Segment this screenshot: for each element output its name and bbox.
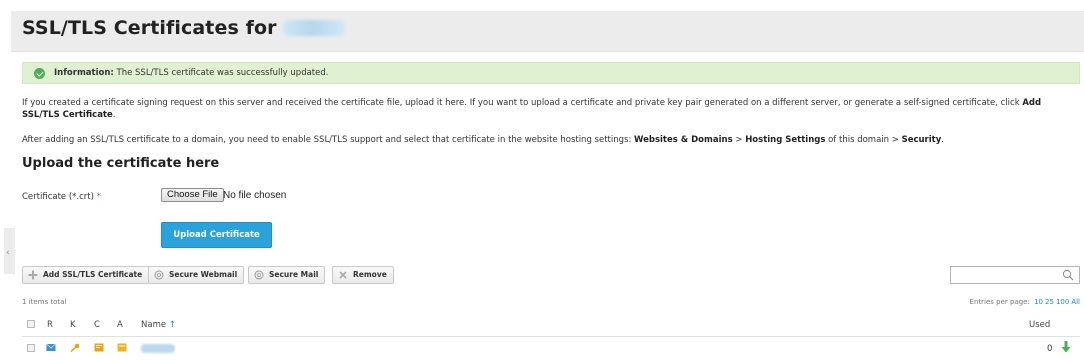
remove-button[interactable]: Remove [332,266,394,284]
page-header: SSL/TLS Certificates for [11,11,1084,52]
ca-certificate-icon [117,343,127,352]
domain-name-redacted [282,20,345,36]
request-envelope-icon [46,343,56,352]
help-text-2: After adding an SSL/TLS certificate to a… [22,135,632,145]
column-name-label: Name [141,320,167,330]
entries-per-page: Entries per page: 10 25 100 All [970,298,1080,306]
used-count: 0 [1047,344,1053,354]
info-text: Information: The SSL/TLS certificate was… [54,68,328,78]
column-c: C [94,320,100,330]
certificate-icon [94,343,104,352]
certificate-name-redacted[interactable] [141,344,175,353]
secure-mail-label: Secure Mail [269,270,319,279]
sort-asc-icon: ↑ [168,320,176,330]
path-hosting-settings: Hosting Settings [745,135,826,145]
file-status-text: No file chosen [223,190,287,201]
help-text-1-end: . [112,110,116,120]
page-size-25[interactable]: 25 [1045,298,1054,306]
plus-icon [28,270,38,280]
path-websites-domains: Websites & Domains [634,135,733,145]
path-end: . [941,135,944,145]
required-mark: * [96,192,101,202]
path-sep: > [732,135,746,145]
remove-label: Remove [353,270,387,279]
certificate-field-label: Certificate (*.crt) * [22,192,101,202]
info-label: Information: [54,68,114,78]
column-name[interactable]: Name ↑ [141,320,176,330]
page-title-text: SSL/TLS Certificates for [22,17,277,39]
secure-webmail-button[interactable]: Secure Webmail [148,266,245,284]
select-all-checkbox[interactable] [27,320,35,328]
column-a: A [117,320,123,330]
upload-heading: Upload the certificate here [22,156,220,171]
success-check-icon [34,68,45,79]
info-message: Information: The SSL/TLS certificate was… [22,62,1080,84]
column-r: R [47,320,53,330]
sidebar-collapse-handle[interactable]: ‹ [4,228,15,274]
search-icon [1062,269,1074,281]
chevron-left-icon: ‹ [6,248,10,258]
page-size-all[interactable]: All [1071,298,1080,306]
add-certificate-button[interactable]: Add SSL/TLS Certificate [22,266,150,284]
path-mid: of this domain > [825,135,902,145]
page-size-10[interactable]: 10 [1034,298,1043,306]
entries-per-page-label: Entries per page: [969,298,1030,306]
choose-file-button[interactable]: Choose File [161,188,224,202]
column-used: Used [1029,320,1051,330]
secure-mail-button[interactable]: Secure Mail [248,266,326,284]
upload-certificate-button[interactable]: Upload Certificate [161,222,272,248]
key-icon [70,343,80,353]
column-k: K [70,320,76,330]
help-paragraph-1: If you created a certificate signing req… [22,97,1062,121]
items-total: 1 items total [22,298,67,306]
shield-icon [154,270,164,280]
download-arrow-icon[interactable] [1061,341,1071,355]
shield-icon [254,270,264,280]
info-message-text: The SSL/TLS certificate was successfully… [116,68,329,78]
help-paragraph-2: After adding an SSL/TLS certificate to a… [22,134,944,146]
secure-webmail-label: Secure Webmail [169,270,238,279]
page-size-100[interactable]: 100 [1056,298,1069,306]
search-input[interactable] [950,266,1080,284]
remove-x-icon [338,270,348,280]
row-checkbox[interactable] [27,344,35,352]
path-security: Security [901,135,942,145]
certificate-label-text: Certificate (*.crt) [22,192,94,202]
help-text-1: If you created a certificate signing req… [22,98,1020,108]
page-title: SSL/TLS Certificates for [22,17,345,39]
table-row-divider [22,336,1080,337]
add-certificate-label: Add SSL/TLS Certificate [43,270,143,279]
